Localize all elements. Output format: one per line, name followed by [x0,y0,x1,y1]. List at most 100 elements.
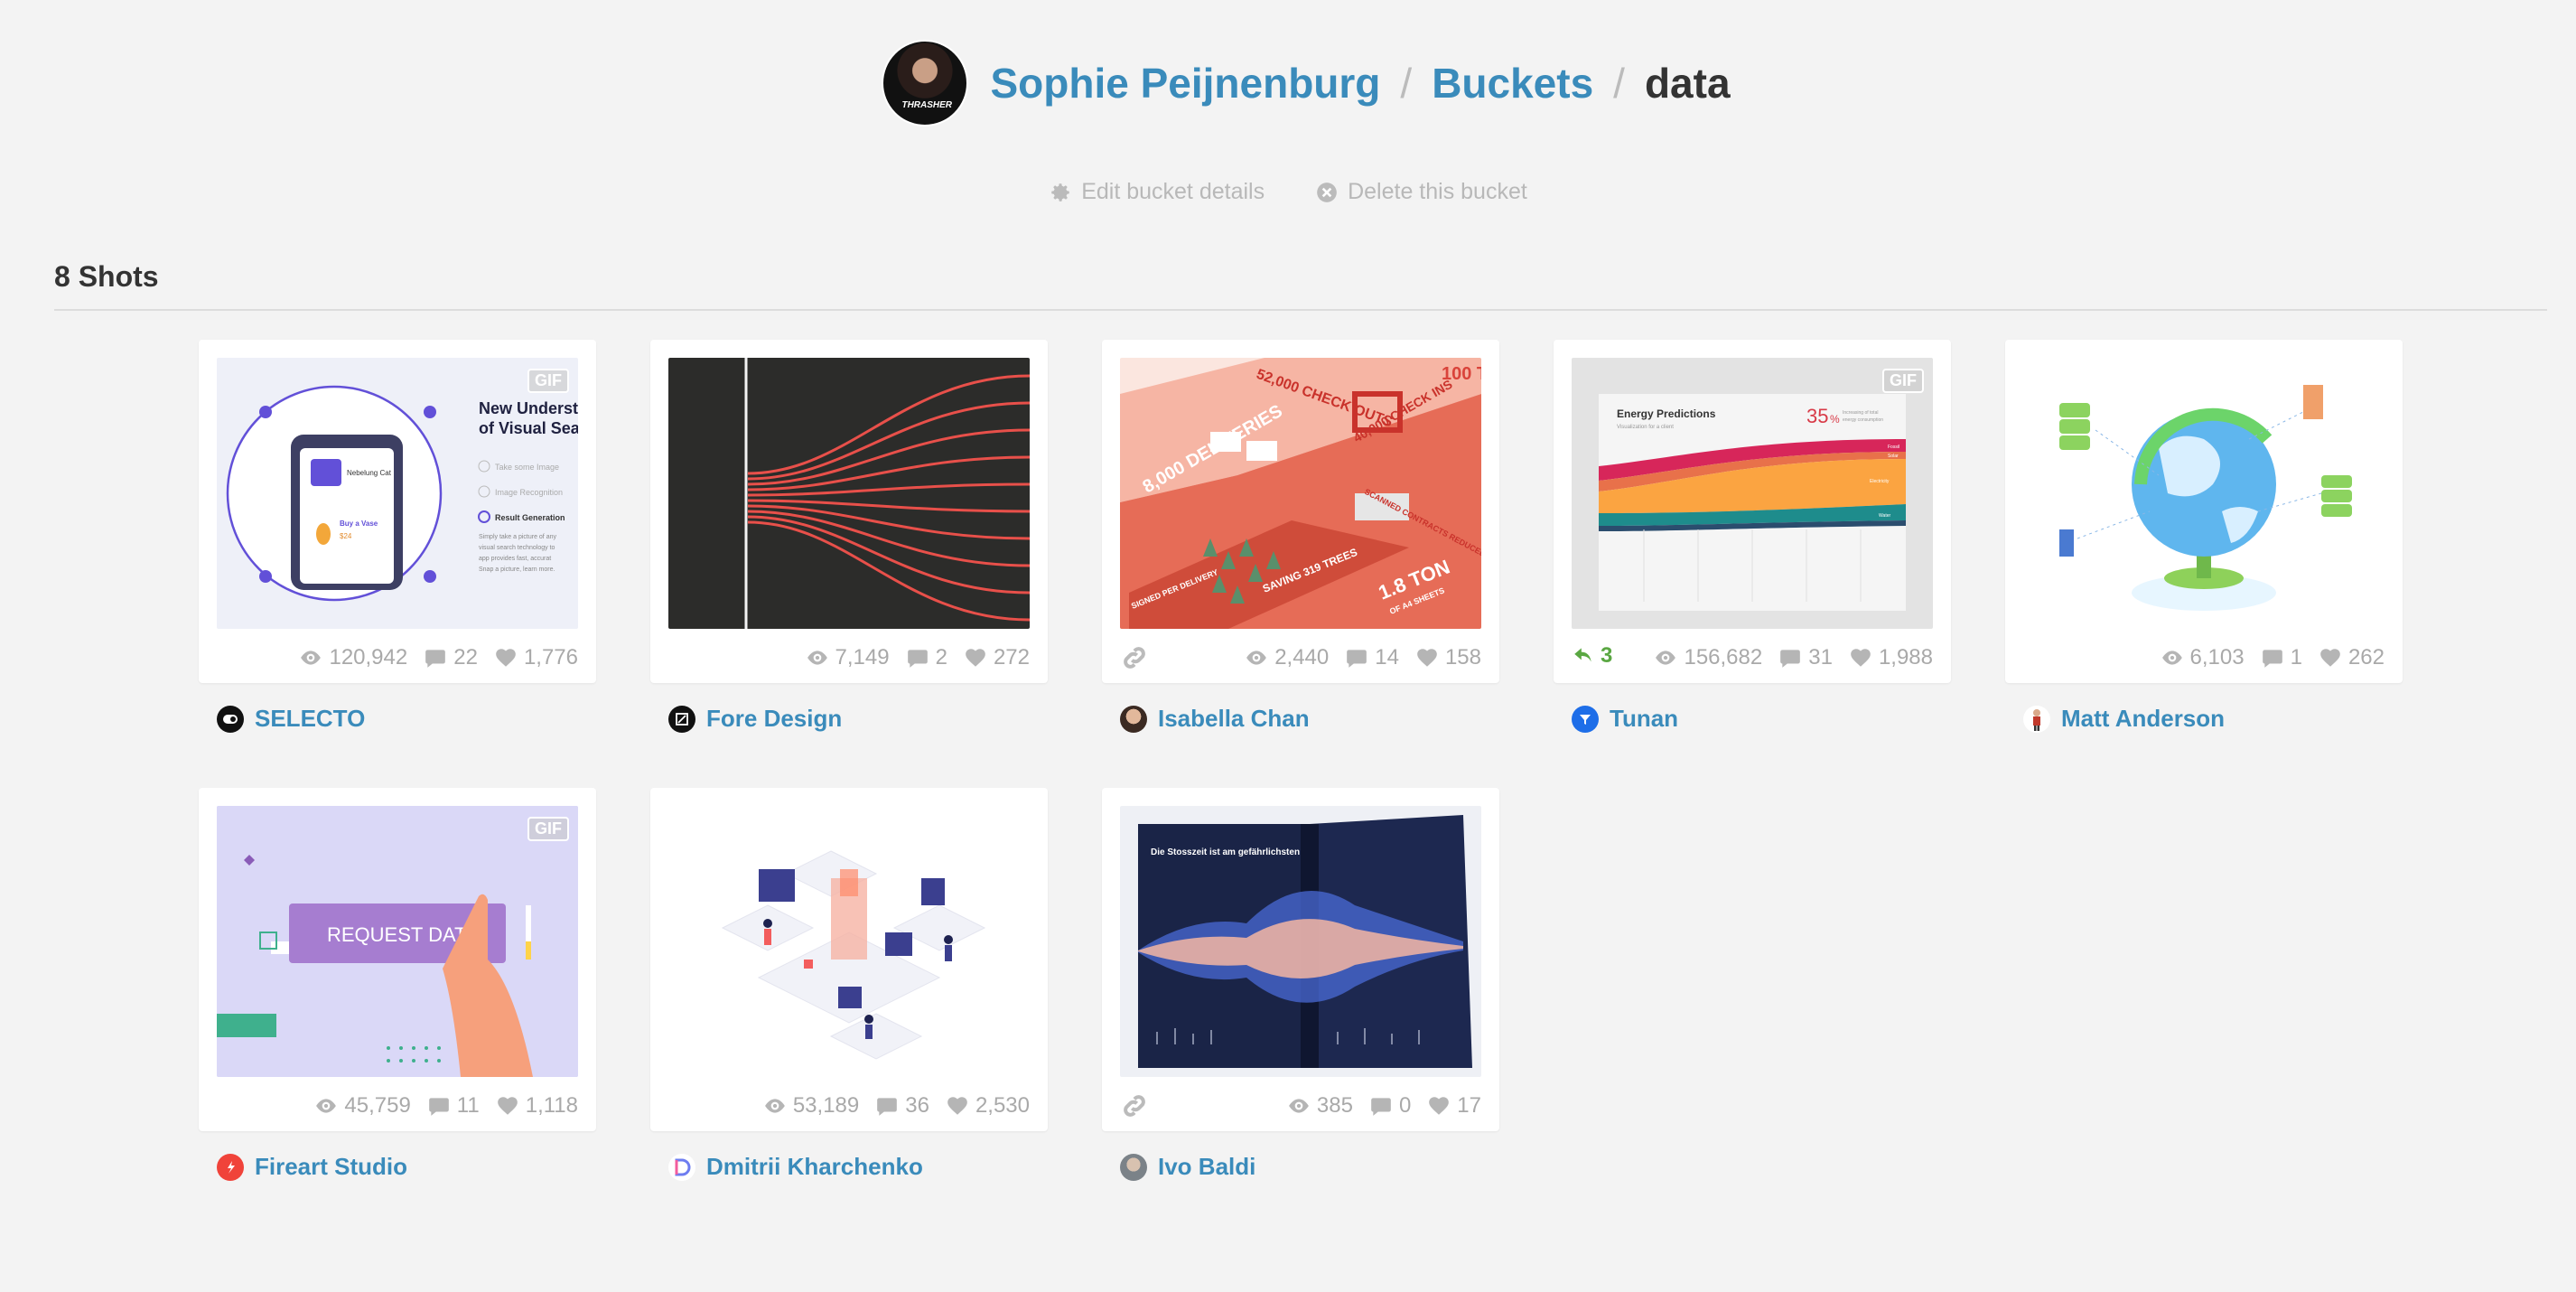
shots-count-heading: 8 Shots [54,260,159,293]
likes-stat[interactable]: 262 [2319,645,2385,670]
views-count: 385 [1316,1093,1353,1118]
heart-icon [1849,646,1872,669]
selecto-heading-1: New Underst [479,399,578,417]
shot-illustration [721,850,986,1060]
likes-count: 1,776 [523,645,578,669]
delete-bucket-label: Delete this bucket [1348,179,1527,204]
comments-stat: 36 [875,1093,929,1119]
breadcrumb-separator: / [1400,60,1413,107]
likes-stat[interactable]: 1,776 [494,645,578,670]
fore-design-logo-icon [668,705,695,733]
likes-stat[interactable]: 17 [1427,1093,1481,1119]
eye-icon [1245,646,1268,669]
shot-author-link[interactable]: Isabella Chan [1120,705,1310,733]
shot-card[interactable]: 53,189 36 2,530 [650,788,1048,1131]
likes-count: 1,118 [525,1093,578,1118]
shot-illustration: Energy Predictions Visualization for a c… [1599,394,1906,611]
shot-card[interactable]: Die Stosszeit ist am gefährlichsten 385 … [1102,788,1499,1131]
shot-thumbnail[interactable]: Die Stosszeit ist am gefährlichsten [1120,806,1481,1077]
energy-pct-unit: % [1830,413,1840,426]
author-name: Tunan [1610,705,1679,732]
likes-stat[interactable]: 158 [1415,645,1481,670]
likes-count: 17 [1457,1093,1481,1118]
shot-card[interactable]: 7,149 2 272 [650,340,1048,683]
selecto-desc-3: app provides fast, accurat [479,556,551,562]
views-stat: 45,759 [314,1093,411,1119]
likes-stat[interactable]: 1,118 [496,1093,578,1119]
views-stat: 6,103 [2161,645,2245,670]
shot-author-link[interactable]: Dmitrii Kharchenko [668,1153,923,1181]
shot-illustration: 52,000 CHECK OUTS 40,000 CHECK INS 100 T… [1120,358,1481,629]
shot-illustration [2059,385,2352,611]
author-avatar [1120,1153,1147,1181]
breadcrumb-current: data [1644,60,1731,107]
comments-count: 2 [935,645,947,669]
views-stat: 156,682 [1654,645,1762,670]
selecto-step-3: Result Generation [495,513,565,522]
selecto-price: $24 [340,532,352,540]
comments-count: 14 [1375,645,1399,669]
views-count: 45,759 [344,1093,411,1118]
shot-thumbnail[interactable] [2023,358,2385,629]
breadcrumb-user-link[interactable]: Sophie Peijnenburg [990,62,1380,104]
selecto-desc-4: Snap a picture, learn more. [479,566,555,573]
breadcrumb: Sophie Peijnenburg / Buckets / data [882,40,1731,126]
shot-stats: 53,189 36 2,530 [763,1093,1030,1119]
shot-thumbnail[interactable]: Nebelung Cat Buy a Vase $24 New Underst … [217,358,578,629]
rebound-count[interactable]: 3 [1572,643,1612,669]
eye-icon [806,646,829,669]
gif-badge: GIF [527,369,569,393]
likes-count: 272 [993,645,1030,669]
heart-icon [946,1094,969,1118]
energy-sub: Visualization for a client [1617,425,1674,430]
shot-illustration [744,358,1030,629]
shot-author-link[interactable]: Tunan [1572,705,1678,733]
shot-stats: 45,759 11 1,118 [314,1093,578,1119]
selecto-buy: Buy a Vase [340,520,378,528]
shot-card[interactable]: Energy Predictions Visualization for a c… [1554,340,1951,683]
edit-bucket-button[interactable]: Edit bucket details [1049,179,1265,205]
shot-thumbnail[interactable] [668,806,1030,1077]
shot-thumbnail[interactable]: REQUEST DATA GIF [217,806,578,1077]
shot-author-link[interactable]: Fore Design [668,705,842,733]
likes-stat[interactable]: 272 [964,645,1030,670]
shot-stats: 7,149 2 272 [806,645,1030,670]
attachment-indicator[interactable] [1120,1091,1149,1120]
shot-card[interactable]: Nebelung Cat Buy a Vase $24 New Underst … [199,340,596,683]
comments-stat: 0 [1369,1093,1411,1119]
link-icon [1124,1095,1145,1117]
shot-author-link[interactable]: Fireart Studio [217,1153,407,1181]
link-icon [1124,647,1145,669]
bucket-header: Sophie Peijnenburg / Buckets / data [0,38,2576,128]
shot-author-link[interactable]: Ivo Baldi [1120,1153,1255,1181]
comment-icon [906,646,929,669]
shot-stats: 385 0 17 [1287,1093,1481,1119]
breadcrumb-buckets-link[interactable]: Buckets [1432,62,1593,104]
eye-icon [763,1094,787,1118]
likes-stat[interactable]: 1,988 [1849,645,1933,670]
close-circle-icon [1317,182,1337,202]
shot-card[interactable]: REQUEST DATA GIF 45,759 11 1,118 [199,788,596,1131]
comments-count: 31 [1808,645,1833,669]
user-avatar[interactable] [882,40,969,126]
delete-bucket-button[interactable]: Delete this bucket [1315,179,1527,205]
views-count: 2,440 [1274,645,1330,669]
shot-card[interactable]: 6,103 1 262 [2005,340,2403,683]
gif-badge: GIF [1882,369,1924,393]
selecto-card-title: Nebelung Cat [347,469,392,477]
energy-band-1: Fossil [1888,445,1899,450]
views-count: 53,189 [792,1093,860,1118]
comments-stat: 22 [424,645,478,670]
shot-card[interactable]: 52,000 CHECK OUTS 40,000 CHECK INS 100 T… [1102,340,1499,683]
attachment-indicator[interactable] [1120,643,1149,672]
shot-author-link[interactable]: Matt Anderson [2023,705,2225,733]
shot-thumbnail[interactable]: 52,000 CHECK OUTS 40,000 CHECK INS 100 T… [1120,358,1481,629]
shot-author-link[interactable]: SELECTO [217,705,365,733]
views-count: 6,103 [2189,645,2245,669]
shot-thumbnail[interactable] [668,358,1030,629]
comments-count: 11 [456,1093,480,1118]
heart-icon [494,646,518,669]
likes-stat[interactable]: 2,530 [946,1093,1030,1119]
shot-thumbnail[interactable]: Energy Predictions Visualization for a c… [1572,358,1933,629]
author-name: Ivo Baldi [1158,1153,1256,1180]
